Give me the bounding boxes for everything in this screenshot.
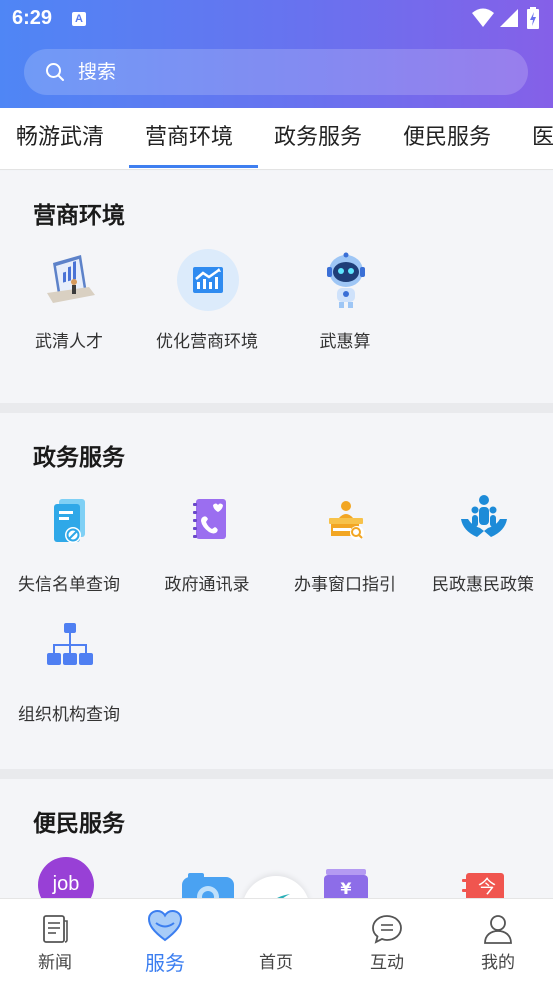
phone-book-icon bbox=[193, 499, 226, 539]
grid-item-civil-policy[interactable]: 民政惠民政策 bbox=[414, 491, 552, 601]
org-chart-icon bbox=[47, 623, 93, 665]
app-notification-icon: A bbox=[72, 12, 86, 26]
nav-news[interactable]: 新闻 bbox=[0, 899, 110, 984]
nav-label: 我的 bbox=[481, 953, 515, 973]
section-title: 政务服务 bbox=[33, 445, 125, 471]
grid-item-label: 失信名单查询 bbox=[18, 575, 120, 595]
grid-item-optimize-business[interactable]: 优化营商环境 bbox=[138, 249, 276, 369]
grid-item-label: 优化营商环境 bbox=[156, 332, 258, 352]
search-input[interactable]: 搜索 bbox=[78, 49, 116, 95]
nav-label: 互动 bbox=[370, 953, 404, 973]
nav-services[interactable]: 服务 bbox=[110, 899, 220, 984]
talent-presentation-icon bbox=[47, 255, 95, 303]
camera-icon bbox=[182, 873, 234, 899]
robot-icon bbox=[327, 252, 365, 308]
grid-item-label: 政府通讯录 bbox=[164, 575, 250, 595]
grid-item-org-query[interactable]: 组织机构查询 bbox=[0, 619, 138, 729]
active-tab-indicator bbox=[129, 165, 258, 168]
nav-mine[interactable]: 我的 bbox=[443, 899, 553, 984]
header-bar: 6:29 A 搜索 bbox=[0, 0, 553, 108]
grid-item-label: 组织机构查询 bbox=[18, 705, 120, 725]
battery-icon bbox=[527, 7, 539, 29]
section-title: 营商环境 bbox=[33, 203, 125, 229]
signal-icon bbox=[500, 9, 518, 27]
chart-trend-icon bbox=[177, 249, 239, 311]
search-icon bbox=[46, 63, 64, 81]
status-time: 6:29 bbox=[12, 7, 53, 29]
tab-changyou-wuqing[interactable]: 畅游武清 bbox=[16, 108, 104, 169]
search-bar[interactable]: 搜索 bbox=[24, 49, 528, 95]
section-title: 便民服务 bbox=[33, 811, 125, 837]
grid-item-today[interactable]: 今 bbox=[414, 857, 552, 899]
nav-home[interactable]: 首页 bbox=[221, 899, 331, 984]
tab-convenience-services[interactable]: 便民服务 bbox=[403, 108, 491, 169]
tab-business-environment[interactable]: 营商环境 bbox=[145, 108, 233, 169]
section-divider bbox=[0, 769, 553, 779]
section-divider bbox=[0, 403, 553, 413]
grid-item-gov-phonebook[interactable]: 政府通讯录 bbox=[138, 491, 276, 601]
nav-label: 服务 bbox=[145, 951, 185, 975]
tab-medical[interactable]: 医 bbox=[532, 108, 553, 169]
grid-item-label: 武清人才 bbox=[35, 332, 103, 352]
grid-item-job[interactable]: job bbox=[0, 857, 138, 899]
grid-item-label: 民政惠民政策 bbox=[432, 575, 534, 595]
nav-label: 首页 bbox=[259, 953, 293, 973]
status-icons bbox=[471, 7, 543, 29]
grid-item-talent[interactable]: 武清人才 bbox=[0, 249, 138, 369]
wifi-icon bbox=[472, 8, 494, 27]
nav-interaction[interactable]: 互动 bbox=[332, 899, 442, 984]
blacklist-document-icon bbox=[54, 499, 85, 543]
news-icon bbox=[43, 915, 68, 943]
bottom-navigation: 新闻 服务 首页 互动 我的 bbox=[0, 898, 553, 984]
service-window-icon bbox=[329, 501, 364, 540]
grid-item-window-guide[interactable]: 办事窗口指引 bbox=[276, 491, 414, 601]
tab-government-services[interactable]: 政务服务 bbox=[274, 108, 362, 169]
job-badge-text: job bbox=[52, 873, 80, 895]
people-care-icon bbox=[461, 495, 507, 537]
grid-item-label: 办事窗口指引 bbox=[294, 575, 396, 595]
heart-icon bbox=[147, 909, 183, 942]
chat-icon bbox=[372, 915, 402, 944]
category-tabs: 畅游武清 营商环境 政务服务 便民服务 医 bbox=[0, 108, 553, 170]
today-badge-text: 今 bbox=[478, 877, 496, 898]
nav-label: 新闻 bbox=[38, 953, 72, 973]
status-bar: 6:29 A bbox=[0, 0, 553, 38]
section-business: 营商环境 武清人才 优化营商环境 武惠算 bbox=[0, 171, 553, 403]
grid-item-blacklist-query[interactable]: 失信名单查询 bbox=[0, 491, 138, 601]
user-icon bbox=[484, 915, 512, 944]
wallet-badge-text: ¥ bbox=[340, 879, 352, 898]
grid-item-label: 武惠算 bbox=[319, 332, 371, 352]
grid-item-wuhuisuan[interactable]: 武惠算 bbox=[276, 249, 414, 369]
section-government: 政务服务 失信名单查询 政府通讯录 办事窗口指引 民政惠民政策 组织机构查询 bbox=[0, 413, 553, 769]
